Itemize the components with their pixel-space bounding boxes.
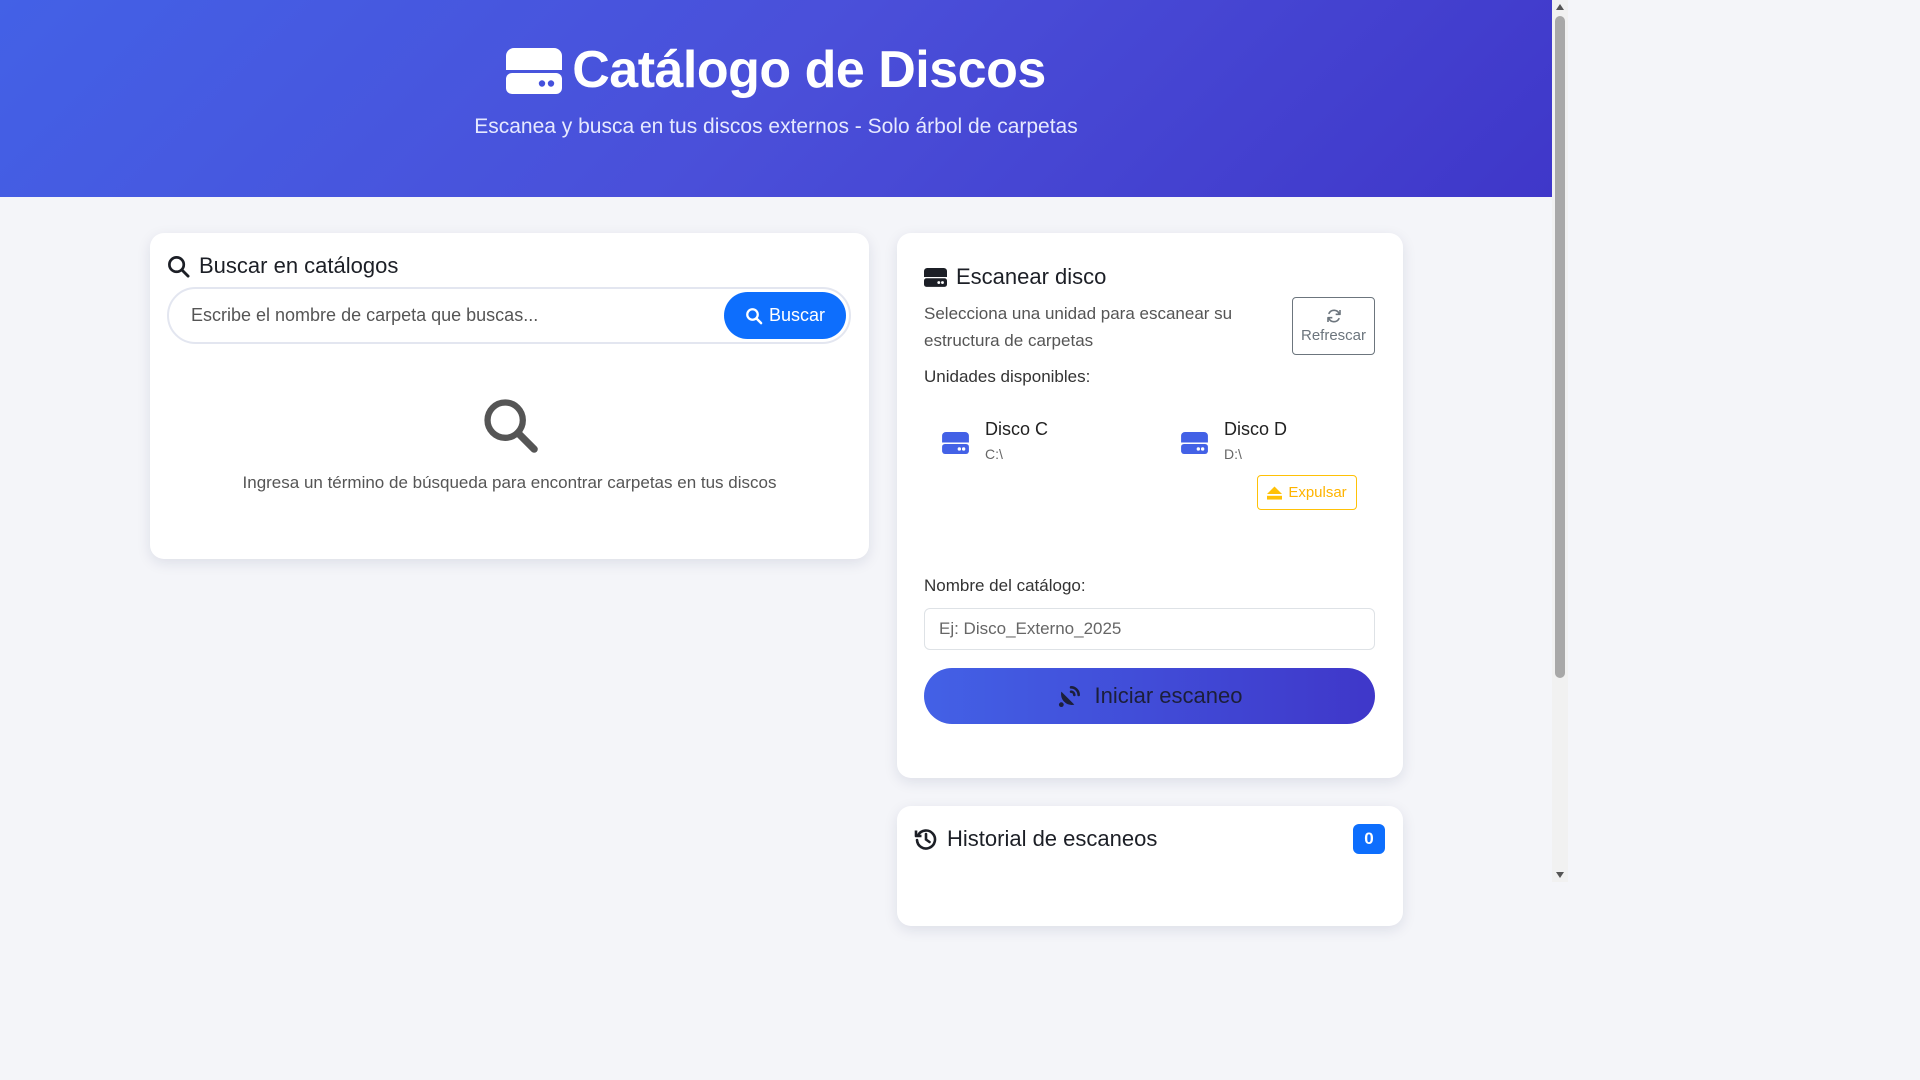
drive-item-d[interactable]: Disco D D:\ xyxy=(1181,419,1287,462)
drive-info: Disco D D:\ xyxy=(1224,419,1287,462)
scroll-up-arrow-icon[interactable] xyxy=(1556,4,1564,10)
scan-description: Selecciona una unidad para escanear su e… xyxy=(924,304,1233,350)
units-label: Unidades disponibles: xyxy=(924,367,1091,386)
search-card: Buscar en catálogos Buscar Ingresa un té… xyxy=(150,233,869,559)
hdd-icon xyxy=(506,48,563,94)
hdd-icon xyxy=(924,267,947,287)
search-button-label: Buscar xyxy=(768,305,826,325)
scrollbar-thumb[interactable] xyxy=(1555,16,1565,678)
drive-name: Disco D xyxy=(1224,419,1288,439)
search-input[interactable] xyxy=(169,289,724,342)
scan-card-title: Escanear disco xyxy=(924,264,1106,290)
history-card-title-text: Historial de escaneos xyxy=(947,826,1158,851)
search-icon xyxy=(746,307,763,324)
history-card: Historial de escaneos 0 xyxy=(897,806,1403,926)
eject-icon xyxy=(1267,485,1283,500)
search-icon xyxy=(168,255,190,278)
search-bar: Buscar xyxy=(167,287,851,344)
history-icon xyxy=(914,829,937,850)
refresh-icon xyxy=(1326,309,1341,323)
scroll-down-arrow-icon[interactable] xyxy=(1556,872,1564,878)
hdd-icon xyxy=(1181,431,1208,454)
history-count-badge: 0 xyxy=(1353,824,1385,854)
page-subtitle: Escanea y busca en tus discos externos -… xyxy=(474,115,1078,138)
eject-button-label: Expulsar xyxy=(1288,484,1347,501)
empty-search-icon xyxy=(481,396,539,459)
search-button[interactable]: Buscar xyxy=(724,292,846,339)
page-title: Catálogo de Discos xyxy=(0,40,1552,100)
page-header: Catálogo de Discos Escanea y busca en tu… xyxy=(0,0,1552,197)
scan-card-title-text: Escanear disco xyxy=(956,264,1107,289)
search-card-title: Buscar en catálogos xyxy=(167,253,398,279)
search-card-title-text: Buscar en catálogos xyxy=(199,253,399,278)
drive-name: Disco C xyxy=(985,419,1049,439)
page-scrollbar[interactable] xyxy=(1552,0,1568,882)
history-card-title: Historial de escaneos xyxy=(914,826,1157,852)
drive-item-c[interactable]: Disco C C:\ xyxy=(942,419,1048,462)
empty-search-message: Ingresa un término de búsqueda para enco… xyxy=(242,473,777,492)
start-scan-button[interactable]: Iniciar escaneo xyxy=(924,668,1375,724)
scan-card: Escanear disco Selecciona una unidad par… xyxy=(897,233,1403,778)
drive-path: D:\ xyxy=(1224,446,1242,462)
refresh-button[interactable]: Refrescar xyxy=(1292,297,1375,355)
catalog-name-input[interactable] xyxy=(924,608,1375,650)
catalog-name-label: Nombre del catálogo: xyxy=(924,576,1086,595)
page-title-text: Catálogo de Discos xyxy=(572,41,1046,99)
hdd-icon xyxy=(942,431,969,454)
refresh-button-label: Refrescar xyxy=(1300,327,1367,344)
drive-info: Disco C C:\ xyxy=(985,419,1048,462)
drive-path: C:\ xyxy=(985,446,1003,462)
satellite-dish-icon xyxy=(1058,686,1080,708)
start-scan-label: Iniciar escaneo xyxy=(1094,683,1243,708)
eject-button[interactable]: Expulsar xyxy=(1257,475,1357,510)
